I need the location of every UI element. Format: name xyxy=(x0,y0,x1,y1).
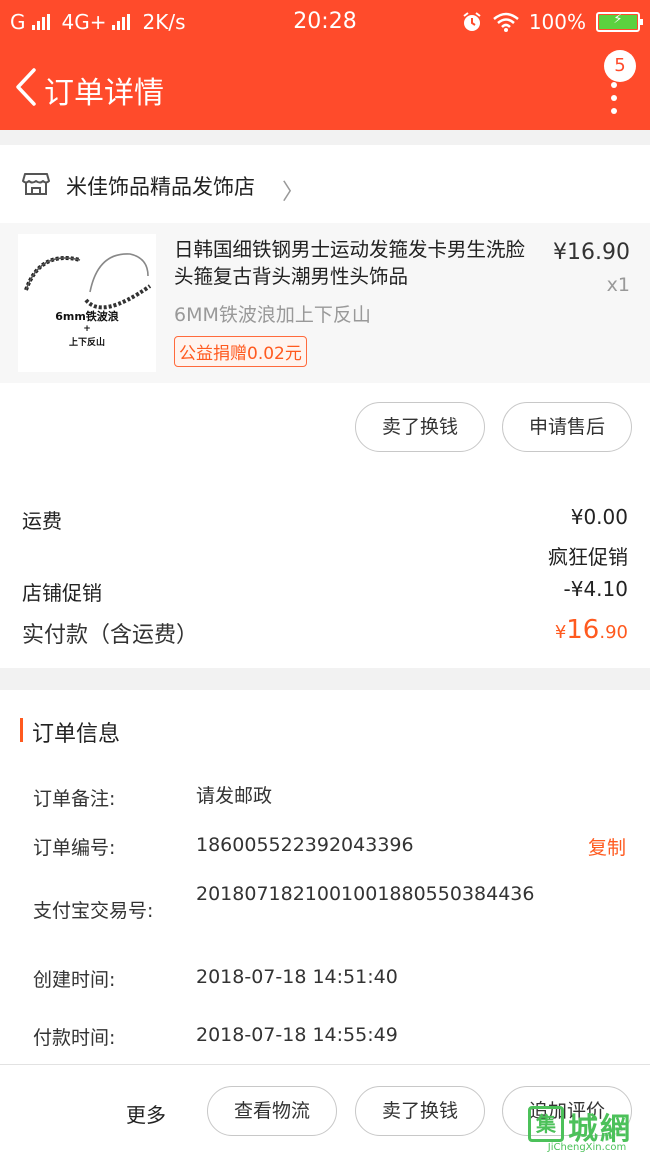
charity-tag: 公益捐赠0.02元 xyxy=(174,336,307,367)
wifi-icon xyxy=(493,12,519,32)
total-decimal: .90 xyxy=(599,622,628,643)
page-title: 订单详情 xyxy=(44,76,164,111)
battery-percent: 100% xyxy=(528,10,586,34)
order-info: 订单信息 订单备注: 请发邮政 订单编号: 186005522392043396… xyxy=(0,690,650,1065)
product-sku: 6MM铁波浪加上下反山 xyxy=(174,304,371,326)
shipping-value: ¥0.00 xyxy=(570,505,628,529)
store-promo-label: 店铺促销 xyxy=(22,581,102,605)
created-label: 创建时间: xyxy=(33,969,116,991)
promo-name: 疯狂促销 xyxy=(548,545,628,569)
more-menu-icon[interactable] xyxy=(608,82,620,122)
nav-bar: 订单详情 5 xyxy=(0,44,650,130)
total-label: 实付款（含运费） xyxy=(22,623,199,648)
paid-label: 付款时间: xyxy=(33,1027,116,1049)
total-value: ¥16.90 xyxy=(555,615,628,645)
order-info-heading: 订单信息 xyxy=(32,722,121,747)
store-promo-value: -¥4.10 xyxy=(563,577,628,601)
alarm-icon xyxy=(463,12,481,31)
chevron-right-icon: 〉 xyxy=(282,180,305,205)
notification-badge: 5 xyxy=(604,50,636,82)
sell-button-bottom[interactable]: 卖了换钱 xyxy=(355,1086,485,1136)
back-arrow-icon[interactable] xyxy=(10,64,46,110)
image-plus: + xyxy=(83,324,91,334)
fee-summary: 运费 ¥0.00 疯狂促销 店铺促销 -¥4.10 实付款（含运费） ¥16.9… xyxy=(0,473,650,668)
order-no-value: 186005522392043396 xyxy=(196,834,414,856)
alipay-value: 2018071821001001880550384436 xyxy=(196,883,535,905)
total-currency: ¥ xyxy=(554,622,567,643)
product-quantity: x1 xyxy=(606,274,630,296)
note-value: 请发邮政 xyxy=(196,785,273,807)
more-button[interactable]: 更多 xyxy=(126,1099,166,1128)
order-no-label: 订单编号: xyxy=(33,837,116,859)
status-bar: G 4G+ 2K/s 20:28 100% ⚡ xyxy=(0,0,650,44)
alipay-label: 支付宝交易号: xyxy=(33,900,154,922)
status-right: 100% ⚡ xyxy=(461,10,643,34)
paid-value: 2018-07-18 14:55:49 xyxy=(196,1024,398,1046)
after-sale-button[interactable]: 申请售后 xyxy=(502,402,632,452)
section-accent xyxy=(20,718,23,742)
battery-icon: ⚡ xyxy=(596,12,643,32)
image-caption-2: 上下反山 xyxy=(68,338,105,348)
product-item[interactable]: 6mm铁波浪 + 上下反山 日韩国细铁钢男士运动发箍发卡男生洗脸头箍复古背头潮男… xyxy=(0,223,650,383)
product-image[interactable]: 6mm铁波浪 + 上下反山 xyxy=(18,234,156,372)
watermark-logo: 集 城網 JiChengXin.com xyxy=(528,1100,646,1154)
image-caption: 6mm铁波浪 xyxy=(55,310,119,323)
copy-button[interactable]: 复制 xyxy=(588,833,626,860)
note-label: 订单备注: xyxy=(33,788,116,810)
created-value: 2018-07-18 14:51:40 xyxy=(196,966,398,988)
store-name[interactable]: 米佳饰品精品发饰店 xyxy=(66,171,255,201)
item-actions: 卖了换钱 申请售后 xyxy=(0,383,650,473)
sell-button[interactable]: 卖了换钱 xyxy=(355,402,485,452)
watermark-url: JiChengXin.com xyxy=(547,1142,627,1153)
watermark-glyph: 集 xyxy=(528,1106,564,1142)
shipping-label: 运费 xyxy=(22,509,62,533)
store-row[interactable]: 米佳饰品精品发饰店 〉 xyxy=(0,145,650,223)
product-price: ¥16.90 xyxy=(553,240,630,265)
total-integer: 16 xyxy=(566,615,600,645)
view-logistics-button[interactable]: 查看物流 xyxy=(207,1086,337,1136)
product-title[interactable]: 日韩国细铁钢男士运动发箍发卡男生洗脸头箍复古背头潮男性头饰品 xyxy=(174,236,534,290)
shop-icon xyxy=(22,173,50,195)
